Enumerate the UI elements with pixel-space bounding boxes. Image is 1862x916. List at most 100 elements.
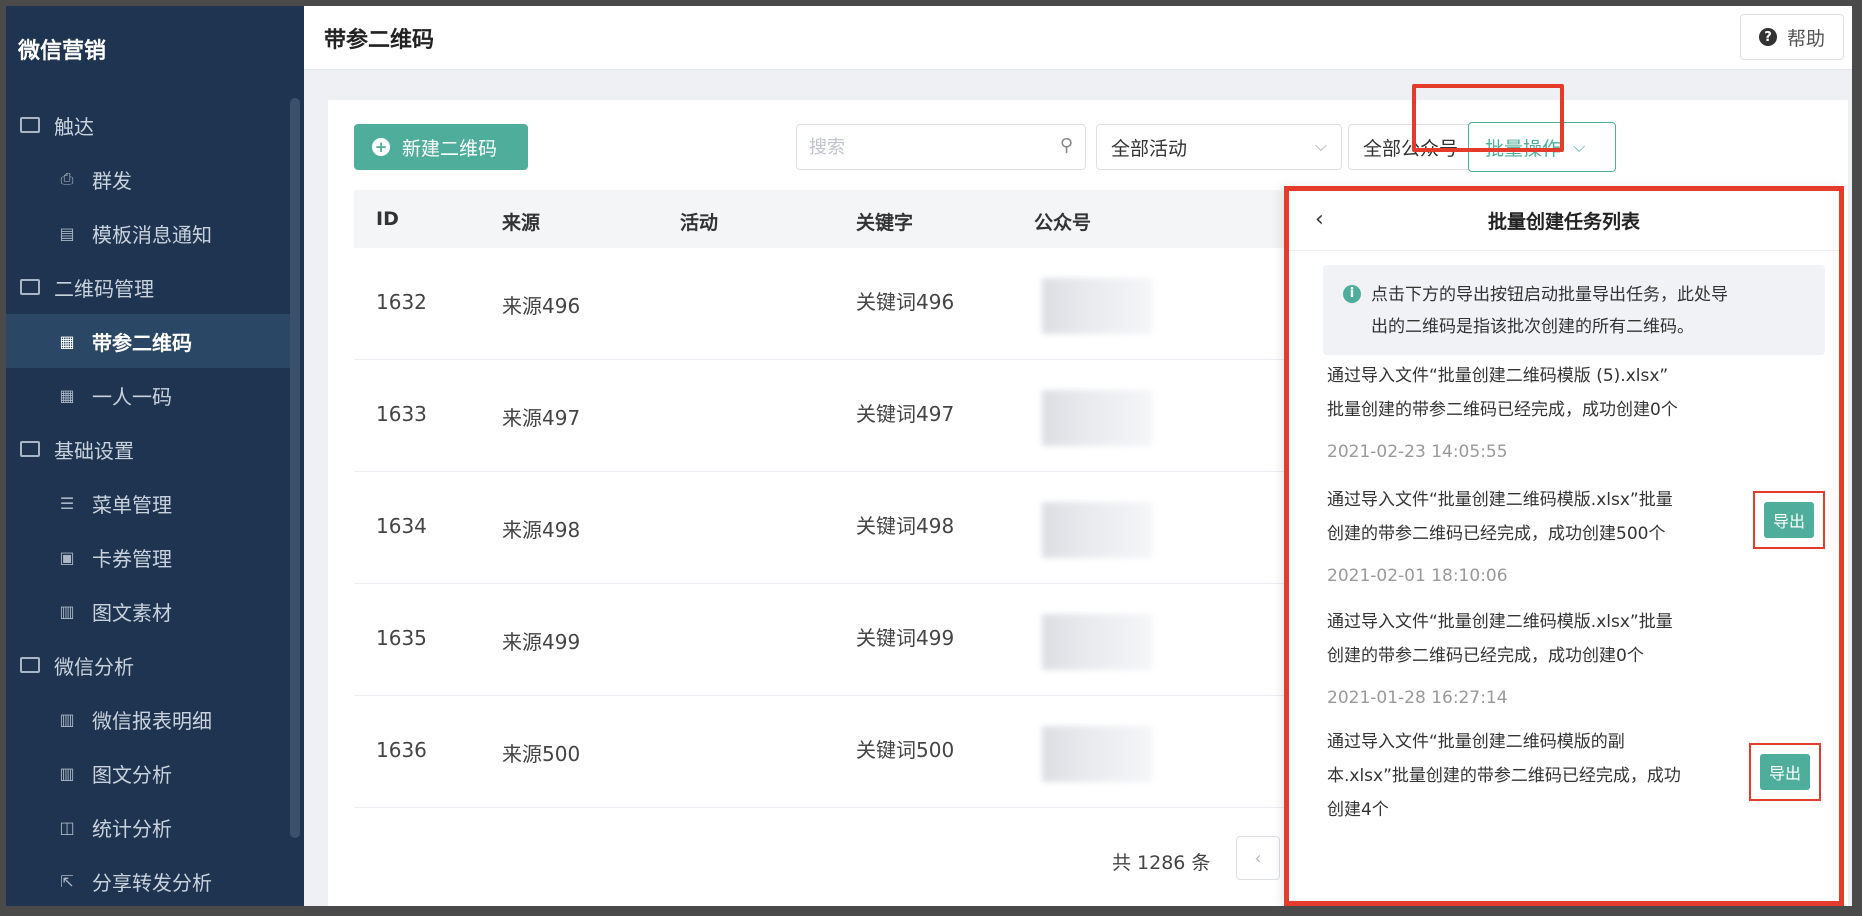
qrcode-icon: ▦: [59, 385, 75, 405]
sidebar-group-reach[interactable]: 触达: [6, 98, 294, 152]
folder-icon: [20, 441, 40, 457]
pagination-prev-button[interactable]: ‹: [1236, 836, 1280, 880]
task-text-line-1: 通过导入文件“批量创建二维码模版.xlsx”批量: [1327, 490, 1673, 510]
search-box: ⚲: [796, 124, 1086, 170]
plus-icon: +: [372, 138, 390, 156]
blurred-account: [1042, 278, 1152, 334]
export-button[interactable]: 导出: [1764, 502, 1814, 538]
broadcast-icon: ⎙: [60, 169, 74, 188]
sidebar-item-menu-management[interactable]: ☰ 菜单管理: [6, 476, 294, 530]
activity-select[interactable]: 全部活动 ⌵: [1096, 124, 1342, 170]
sidebar-item-mass-send[interactable]: ⎙ 群发: [6, 152, 294, 206]
sidebar-item-template-message[interactable]: ▤ 模板消息通知: [6, 206, 294, 260]
blurred-account: [1042, 390, 1152, 446]
task-text-line-2: 批量创建的带参二维码已经完成，成功创建0个: [1327, 400, 1678, 420]
sidebar-group-wechat-analysis[interactable]: 微信分析: [6, 638, 294, 692]
help-button[interactable]: ? 帮助: [1740, 14, 1844, 60]
help-icon: ?: [1758, 28, 1777, 46]
column-header-activity: 活动: [680, 212, 719, 234]
cell-id: 1636: [376, 738, 427, 762]
share-icon: ⇱: [60, 871, 74, 891]
cell-keyword: 关键词498: [856, 514, 955, 538]
sidebar-item-coupon-management[interactable]: ▣ 卡券管理: [6, 530, 294, 584]
highlight-export-button: 导出: [1753, 491, 1825, 549]
activity-select-value: 全部活动: [1111, 137, 1188, 160]
task-item: 通过导入文件“批量创建二维码模版 (5).xlsx” 批量创建的带参二维码已经完…: [1327, 359, 1747, 469]
task-time: 2021-02-01 18:10:06: [1327, 566, 1508, 586]
task-item: 通过导入文件“批量创建二维码模版.xlsx”批量 创建的带参二维码已经完成，成功…: [1327, 483, 1747, 593]
cell-source: 来源496: [502, 294, 581, 318]
cell-keyword: 关键词499: [856, 626, 955, 650]
template-icon: ▤: [59, 223, 75, 243]
sidebar-item-article-analysis[interactable]: ▥ 图文分析: [6, 746, 294, 800]
sidebar-item-one-person-one-code[interactable]: ▦ 一人一码: [6, 368, 294, 422]
qrcode-icon: ▦: [59, 331, 75, 351]
sidebar-group-qrcode[interactable]: 二维码管理: [6, 260, 294, 314]
cell-id: 1633: [376, 402, 427, 426]
sidebar-item-param-qrcode[interactable]: ▦ 带参二维码: [6, 314, 294, 368]
folder-icon: [20, 117, 40, 133]
sidebar-nav: 触达 ⎙ 群发 ▤ 模板消息通知 二维码管理 ▦ 带参二维码 ▦ 一人一码 基础…: [6, 98, 294, 906]
info-icon: i: [1343, 285, 1361, 303]
new-qrcode-button[interactable]: + 新建二维码: [354, 124, 528, 170]
column-header-keyword: 关键字: [856, 212, 914, 234]
notice-line-2: 出的二维码是指该批次创建的所有二维码。: [1371, 317, 1694, 337]
document-icon: ▥: [59, 763, 75, 783]
cell-keyword: 关键词496: [856, 290, 955, 314]
export-notice: i 点击下方的导出按钮启动批量导出任务，此处导 出的二维码是指该批次创建的所有二…: [1323, 265, 1825, 355]
search-icon[interactable]: ⚲: [1060, 135, 1073, 156]
cell-id: 1632: [376, 290, 427, 314]
folder-icon: [20, 279, 40, 295]
sidebar-item-label: 基础设置: [54, 438, 134, 463]
task-text-line-1: 通过导入文件“批量创建二维码模版的副: [1327, 732, 1625, 752]
sidebar-item-label: 菜单管理: [92, 492, 172, 517]
highlight-export-button: 导出: [1749, 743, 1821, 801]
cell-source: 来源497: [502, 406, 581, 430]
chevron-down-icon: ⌵: [1314, 136, 1327, 155]
sidebar-item-label: 带参二维码: [92, 330, 192, 355]
sidebar-scrollbar[interactable]: [290, 98, 300, 838]
sidebar: 微信营销 触达 ⎙ 群发 ▤ 模板消息通知 二维码管理 ▦ 带参二维码 ▦ 一人…: [6, 6, 304, 906]
cell-source: 来源499: [502, 630, 581, 654]
cell-id: 1635: [376, 626, 427, 650]
notice-line-1: 点击下方的导出按钮启动批量导出任务，此处导: [1371, 285, 1728, 305]
sidebar-item-label: 一人一码: [92, 384, 172, 409]
batch-task-drawer: ‹ 批量创建任务列表 i 点击下方的导出按钮启动批量导出任务，此处导 出的二维码…: [1284, 186, 1844, 906]
sidebar-group-basic-settings[interactable]: 基础设置: [6, 422, 294, 476]
document-icon: ▥: [59, 601, 75, 621]
column-header-source: 来源: [502, 212, 541, 234]
drawer-title: 批量创建任务列表: [1487, 211, 1640, 233]
sidebar-item-label: 卡券管理: [92, 546, 172, 571]
sidebar-item-share-analysis[interactable]: ⇱ 分享转发分析: [6, 854, 294, 906]
sidebar-item-label: 触达: [54, 114, 94, 139]
task-item: 通过导入文件“批量创建二维码模版的副 本.xlsx”批量创建的带参二维码已经完成…: [1327, 725, 1747, 827]
app-brand: 微信营销: [18, 39, 107, 64]
new-qrcode-label: 新建二维码: [402, 137, 498, 160]
sidebar-item-label: 群发: [92, 168, 132, 193]
column-header-id: ID: [376, 208, 399, 230]
back-chevron-icon[interactable]: ‹: [1315, 207, 1324, 232]
app-window: 微信营销 触达 ⎙ 群发 ▤ 模板消息通知 二维码管理 ▦ 带参二维码 ▦ 一人…: [6, 6, 1852, 906]
cell-keyword: 关键词500: [856, 738, 955, 762]
cell-source: 来源500: [502, 742, 581, 766]
export-button[interactable]: 导出: [1760, 754, 1810, 790]
sidebar-item-label: 微信报表明细: [92, 708, 212, 733]
cell-id: 1634: [376, 514, 427, 538]
sidebar-item-article-material[interactable]: ▥ 图文素材: [6, 584, 294, 638]
task-text-line-2: 本.xlsx”批量创建的带参二维码已经完成，成功: [1327, 766, 1681, 786]
sidebar-item-report-detail[interactable]: ▥ 微信报表明细: [6, 692, 294, 746]
blurred-account: [1042, 726, 1152, 782]
column-header-account: 公众号: [1034, 212, 1092, 234]
search-input[interactable]: [809, 136, 1039, 158]
cell-keyword: 关键词497: [856, 402, 955, 426]
task-text-line-1: 通过导入文件“批量创建二维码模版.xlsx”批量: [1327, 612, 1673, 632]
task-time: 2021-02-23 14:05:55: [1327, 442, 1508, 462]
coupon-icon: ▣: [59, 547, 75, 567]
sidebar-item-label: 统计分析: [92, 816, 172, 841]
folder-icon: [20, 657, 40, 673]
sidebar-item-label: 二维码管理: [54, 276, 154, 301]
blurred-account: [1042, 614, 1152, 670]
sidebar-item-label: 图文分析: [92, 762, 172, 787]
sidebar-item-statistics-analysis[interactable]: ◫ 统计分析: [6, 800, 294, 854]
cell-source: 来源498: [502, 518, 581, 542]
